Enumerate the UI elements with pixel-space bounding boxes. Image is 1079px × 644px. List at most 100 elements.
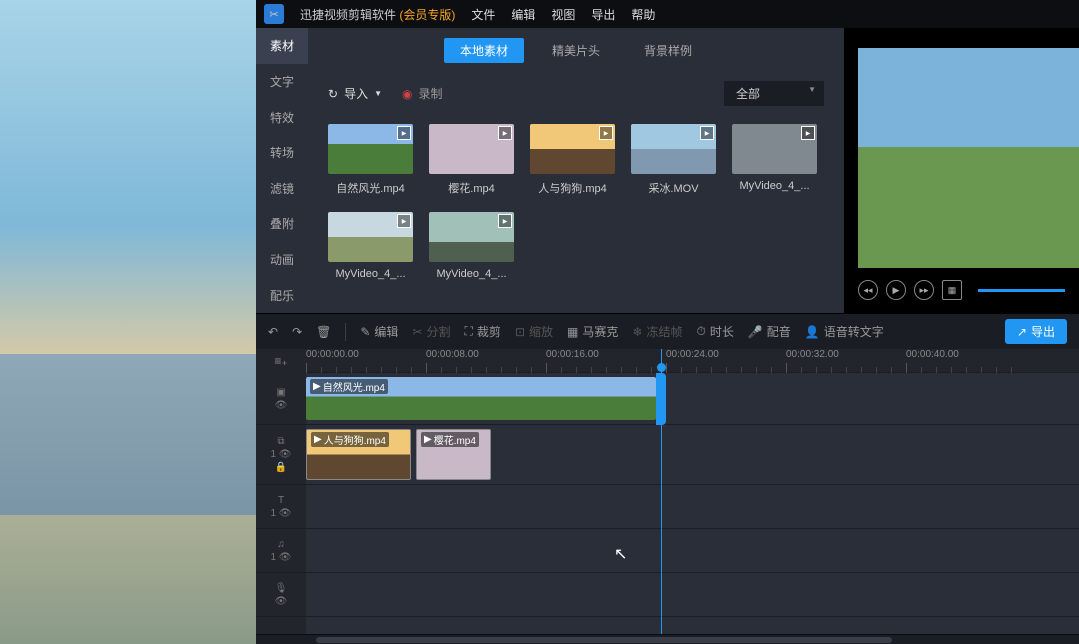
clip-nature[interactable]: ▶自然风光.mp4 [306, 377, 656, 420]
preview-viewport[interactable] [858, 48, 1079, 268]
track-head-audio[interactable]: ♫1 👁 [256, 529, 306, 573]
side-tab-effects[interactable]: 特效 [256, 99, 308, 135]
track-head-video1[interactable]: ▣👁 [256, 373, 306, 425]
asset-thumb[interactable] [732, 124, 817, 174]
scissors-icon: ✂ [412, 325, 422, 339]
play-icon [397, 126, 411, 140]
export-button[interactable]: ↗导出 [1005, 319, 1067, 344]
asset-tab-backgrounds[interactable]: 背景样例 [628, 38, 708, 63]
redo-button[interactable]: ↷ [292, 325, 302, 339]
asset-label: MyVideo_4_... [429, 268, 514, 280]
import-label: 导入 [344, 85, 368, 102]
mosaic-button[interactable]: ▦马赛克 [567, 323, 618, 340]
asset-thumb[interactable] [328, 124, 413, 174]
preview-panel: ◂◂ ▶ ▸▸ ▦ 宽高比： 16:9 [844, 28, 1079, 338]
asset-item[interactable]: MyVideo_4_... [328, 212, 413, 280]
track-audio[interactable] [306, 529, 1079, 573]
next-button[interactable]: ▸▸ [914, 280, 934, 300]
play-icon: ▶ [314, 434, 322, 445]
filter-select[interactable]: 全部 [724, 81, 824, 106]
delete-button[interactable]: 🗑 [316, 325, 331, 339]
asset-thumb[interactable] [429, 212, 514, 262]
asset-item[interactable]: 樱花.mp4 [429, 124, 514, 196]
app-title-vip: (会员专版) [399, 8, 455, 22]
record-button[interactable]: ◉ 录制 [402, 85, 443, 102]
eye-icon[interactable]: 👁 [275, 400, 288, 411]
side-tab-assets[interactable]: 素材 [256, 28, 308, 64]
add-track-icon[interactable]: ≡₊ [256, 349, 306, 373]
side-tab-transitions[interactable]: 转场 [256, 135, 308, 171]
speech-icon: 👤 [805, 325, 820, 339]
play-icon: ▶ [313, 381, 321, 392]
clip-sakura[interactable]: ▶樱花.mp4 [416, 429, 491, 480]
track-head-video2[interactable]: ⧉1 👁🔒 [256, 425, 306, 485]
voiceover-button[interactable]: 🎤配音 [748, 323, 791, 340]
clip-person[interactable]: ▶人与狗狗.mp4 [306, 429, 411, 480]
side-tab-overlay[interactable]: 叠附 [256, 206, 308, 242]
track-video1[interactable]: ▶自然风光.mp4 [306, 373, 1079, 425]
ruler-mark: 00:00:00.00 [306, 349, 359, 360]
chevron-down-icon: ▼ [374, 89, 382, 98]
lock-icon[interactable]: 🔒 [275, 462, 287, 473]
side-tab-text[interactable]: 文字 [256, 64, 308, 100]
stop-button[interactable]: ▦ [942, 280, 962, 300]
ruler[interactable]: 00:00:00.0000:00:08.0000:00:16.0000:00:2… [306, 349, 1079, 373]
track-video2[interactable]: ▶人与狗狗.mp4 ▶樱花.mp4 [306, 425, 1079, 485]
crop-button[interactable]: ⛶裁剪 [465, 323, 501, 340]
track-text[interactable] [306, 485, 1079, 529]
asset-item[interactable]: MyVideo_4_... [732, 124, 817, 196]
undo-button[interactable]: ↶ [268, 325, 278, 339]
asset-item[interactable]: 采冰.MOV [631, 124, 716, 196]
track-voice[interactable] [306, 573, 1079, 617]
side-tab-music[interactable]: 配乐 [256, 277, 308, 313]
text-icon: T [278, 495, 284, 506]
side-tab-animation[interactable]: 动画 [256, 242, 308, 278]
menu-file[interactable]: 文件 [471, 6, 495, 23]
asset-thumb[interactable] [328, 212, 413, 262]
asset-label: 人与狗狗.mp4 [530, 180, 615, 196]
asset-tab-intros[interactable]: 精美片头 [536, 38, 616, 63]
asset-thumb[interactable] [429, 124, 514, 174]
asset-item[interactable]: MyVideo_4_... [429, 212, 514, 280]
asset-label: 自然风光.mp4 [328, 180, 413, 196]
main-area: 素材 文字 特效 转场 滤镜 叠附 动画 配乐 本地素材 精美片头 背景样例 ↻… [256, 28, 1079, 313]
progress-bar[interactable] [978, 289, 1065, 292]
horizontal-scrollbar[interactable] [256, 634, 1079, 644]
record-label: 录制 [418, 85, 442, 102]
edit-button[interactable]: ✎编辑 [360, 323, 398, 340]
playhead[interactable] [661, 349, 662, 634]
scroll-thumb[interactable] [316, 637, 892, 643]
asset-thumb[interactable] [530, 124, 615, 174]
menu-view[interactable]: 视图 [551, 6, 575, 23]
voice-icon: 🎙 [275, 583, 288, 594]
track-headers: ≡₊ ▣👁 ⧉1 👁🔒 T1 👁 ♫1 👁 🎙👁 [256, 349, 306, 634]
timeline: ≡₊ ▣👁 ⧉1 👁🔒 T1 👁 ♫1 👁 🎙👁 00:00:00.0000:0… [256, 349, 1079, 634]
asset-item[interactable]: 自然风光.mp4 [328, 124, 413, 196]
timeline-toolbar: ↶ ↷ 🗑 ✎编辑 ✂分割 ⛶裁剪 ⊡缩放 ▦马赛克 ❄冻结帧 ⏱时长 🎤配音 … [256, 313, 1079, 349]
play-button[interactable]: ▶ [886, 280, 906, 300]
menu-export[interactable]: 导出 [591, 6, 615, 23]
asset-item[interactable]: 人与狗狗.mp4 [530, 124, 615, 196]
track-head-text[interactable]: T1 👁 [256, 485, 306, 529]
asset-toolbar: ↻ 导入 ▼ ◉ 录制 全部 [308, 73, 844, 114]
app-icon: ✂ [264, 4, 284, 24]
cursor-icon: ↖ [614, 544, 627, 564]
prev-button[interactable]: ◂◂ [858, 280, 878, 300]
tracks-area[interactable]: 00:00:00.0000:00:08.0000:00:16.0000:00:2… [306, 349, 1079, 634]
refresh-icon: ↻ [328, 87, 338, 101]
clock-icon: ⏱ [696, 324, 705, 339]
track-head-voice[interactable]: 🎙👁 [256, 573, 306, 617]
duration-button[interactable]: ⏱时长 [696, 323, 733, 340]
side-tab-filters[interactable]: 滤镜 [256, 171, 308, 207]
import-button[interactable]: ↻ 导入 ▼ [328, 85, 382, 102]
zoom-button[interactable]: ⊡缩放 [515, 323, 553, 340]
menu-help[interactable]: 帮助 [631, 6, 655, 23]
asset-label: 采冰.MOV [631, 180, 716, 196]
ruler-mark: 00:00:16.00 [546, 349, 599, 360]
split-button[interactable]: ✂分割 [412, 323, 450, 340]
freeze-button[interactable]: ❄冻结帧 [632, 323, 682, 340]
asset-thumb[interactable] [631, 124, 716, 174]
speech2text-button[interactable]: 👤语音转文字 [805, 323, 884, 340]
asset-tab-local[interactable]: 本地素材 [444, 38, 524, 63]
menu-edit[interactable]: 编辑 [511, 6, 535, 23]
